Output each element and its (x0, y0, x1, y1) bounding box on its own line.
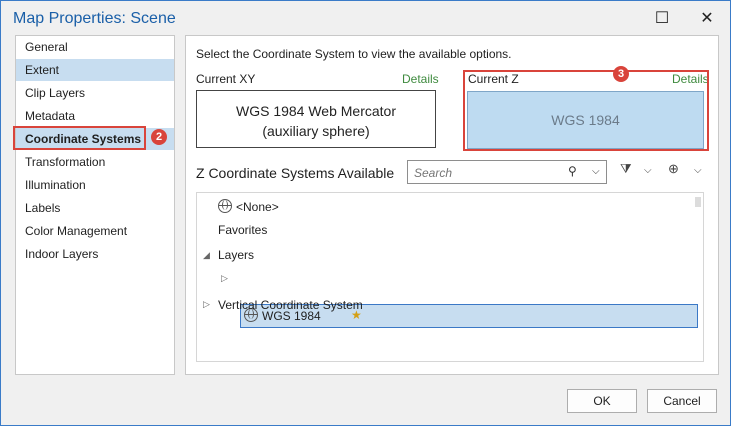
globe-icon (218, 199, 232, 213)
sidebar-item-color-management[interactable]: Color Management (16, 220, 174, 242)
tree-item-favorites[interactable]: Favorites (218, 220, 267, 240)
sidebar-item-indoor-layers[interactable]: Indoor Layers (16, 243, 174, 265)
scrollbar-thumb[interactable] (695, 197, 701, 207)
current-xy-box[interactable]: WGS 1984 Web Mercator (auxiliary sphere) (196, 90, 436, 148)
add-chevron-down-icon[interactable]: ⌵ (694, 165, 702, 187)
coordinate-system-tree: <None> Favorites ◢ Layers ▷ WGS 1984 ★ ▷… (196, 192, 704, 362)
search-box[interactable]: ⚲ ⌵ (407, 160, 607, 184)
map-properties-dialog: Map Properties: Scene ☐ ✕ General Extent… (0, 0, 731, 426)
search-input[interactable] (412, 163, 566, 183)
z-systems-available-title: Z Coordinate Systems Available (196, 165, 395, 181)
filter-icon[interactable]: ⧩ (620, 161, 632, 183)
expanded-triangle-icon[interactable]: ◢ (203, 250, 210, 261)
maximize-icon[interactable]: ☐ (648, 7, 676, 31)
tree-item-layers[interactable]: Layers (218, 245, 254, 265)
cancel-button[interactable]: Cancel (647, 389, 717, 413)
tree-item-none[interactable]: <None> (218, 197, 279, 217)
search-icon[interactable]: ⚲ (568, 164, 577, 178)
dialog-title: Map Properties: Scene (13, 10, 176, 27)
collapsed-triangle-icon[interactable]: ▷ (203, 299, 210, 310)
current-xy-label: Current XY (196, 72, 256, 86)
sidebar-item-labels[interactable]: Labels (16, 197, 174, 219)
current-xy-details-link[interactable]: Details (402, 72, 439, 86)
current-xy-subtitle: (auxiliary sphere) (262, 123, 370, 139)
instruction-text: Select the Coordinate System to view the… (196, 47, 512, 61)
step-badge-3: 3 (613, 66, 629, 82)
title-bar: Map Properties: Scene ☐ ✕ (1, 1, 730, 37)
ok-button[interactable]: OK (567, 389, 637, 413)
tree-item-vertical-coordinate-system[interactable]: Vertical Coordinate System (218, 295, 363, 315)
property-sidebar: General Extent Clip Layers Metadata Coor… (15, 35, 175, 375)
close-icon[interactable]: ✕ (693, 7, 721, 31)
sidebar-item-metadata[interactable]: Metadata (16, 105, 174, 127)
sidebar-item-general[interactable]: General (16, 36, 174, 58)
sidebar-item-extent[interactable]: Extent (16, 59, 174, 81)
add-globe-icon[interactable]: ⊕ (668, 161, 679, 183)
sidebar-item-clip-layers[interactable]: Clip Layers (16, 82, 174, 104)
callout-coordinate-systems (13, 126, 146, 150)
current-xy-name: WGS 1984 Web Mercator (235, 103, 397, 119)
filter-chevron-down-icon[interactable]: ⌵ (644, 165, 652, 187)
step-badge-2: 2 (151, 129, 167, 145)
sidebar-item-illumination[interactable]: Illumination (16, 174, 174, 196)
callout-current-z (463, 70, 709, 151)
tree-item-none-label: <None> (236, 200, 279, 214)
sidebar-item-transformation[interactable]: Transformation (16, 151, 174, 173)
collapsed-triangle-icon[interactable]: ▷ (221, 273, 228, 284)
search-dropdown-chevron-icon[interactable]: ⌵ (592, 166, 600, 177)
